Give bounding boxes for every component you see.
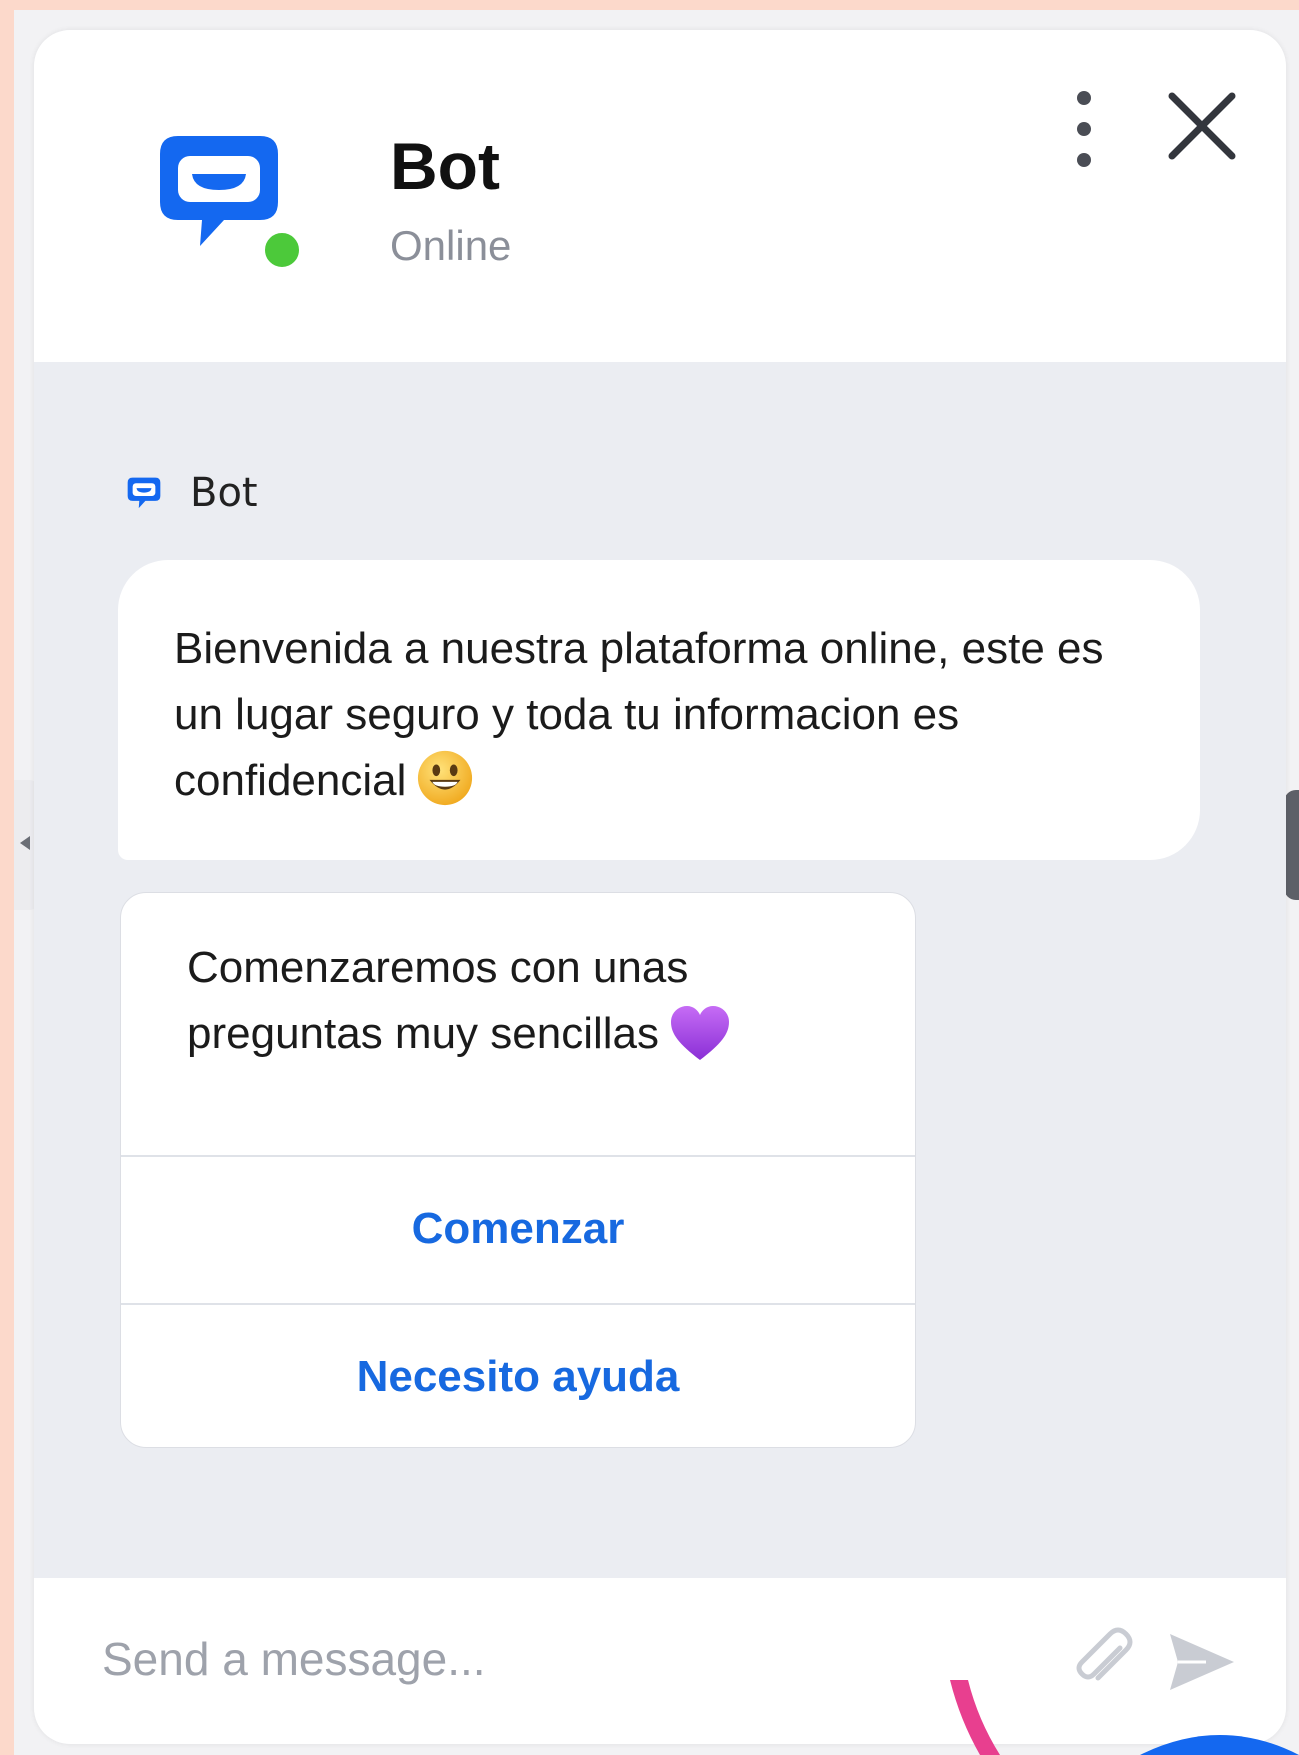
welcome-message-text: Bienvenida a nuestra plataforma online, …	[174, 624, 1104, 805]
welcome-message-bubble: Bienvenida a nuestra plataforma online, …	[118, 560, 1200, 860]
bot-name: Bot	[390, 129, 500, 203]
necesito-ayuda-button[interactable]: Necesito ayuda	[121, 1303, 915, 1447]
more-options-icon[interactable]	[1072, 84, 1096, 174]
message-input[interactable]	[100, 1618, 1004, 1700]
card-text-block: Comenzaremos con unas preguntas muy senc…	[187, 935, 867, 1067]
attachment-icon[interactable]	[1068, 1626, 1138, 1696]
chevron-left-icon	[20, 836, 30, 850]
send-icon[interactable]	[1166, 1630, 1238, 1694]
decorative-pink-stroke	[950, 1680, 1000, 1755]
comenzar-button[interactable]: Comenzar	[121, 1155, 915, 1301]
question-card: Comenzaremos con unas preguntas muy senc…	[120, 892, 916, 1448]
bot-status: Online	[390, 222, 512, 269]
card-message-text: Comenzaremos con unas preguntas muy senc…	[187, 943, 689, 1058]
online-status-dot	[262, 230, 302, 270]
chat-logo-icon	[127, 477, 161, 509]
smiling-face-emoji-icon	[418, 750, 473, 806]
sender-name: Bot	[190, 470, 258, 516]
message-composer	[34, 1578, 1286, 1744]
launcher-button-edge	[1140, 1735, 1299, 1755]
chat-widget: Bot Online Bot Bienvenida a nuestra plat…	[34, 30, 1286, 1744]
purple-heart-emoji-icon	[671, 1006, 730, 1060]
chat-header: Bot Online	[34, 30, 1286, 362]
scrollbar-handle[interactable]	[1284, 790, 1299, 900]
close-icon[interactable]	[1162, 86, 1242, 166]
